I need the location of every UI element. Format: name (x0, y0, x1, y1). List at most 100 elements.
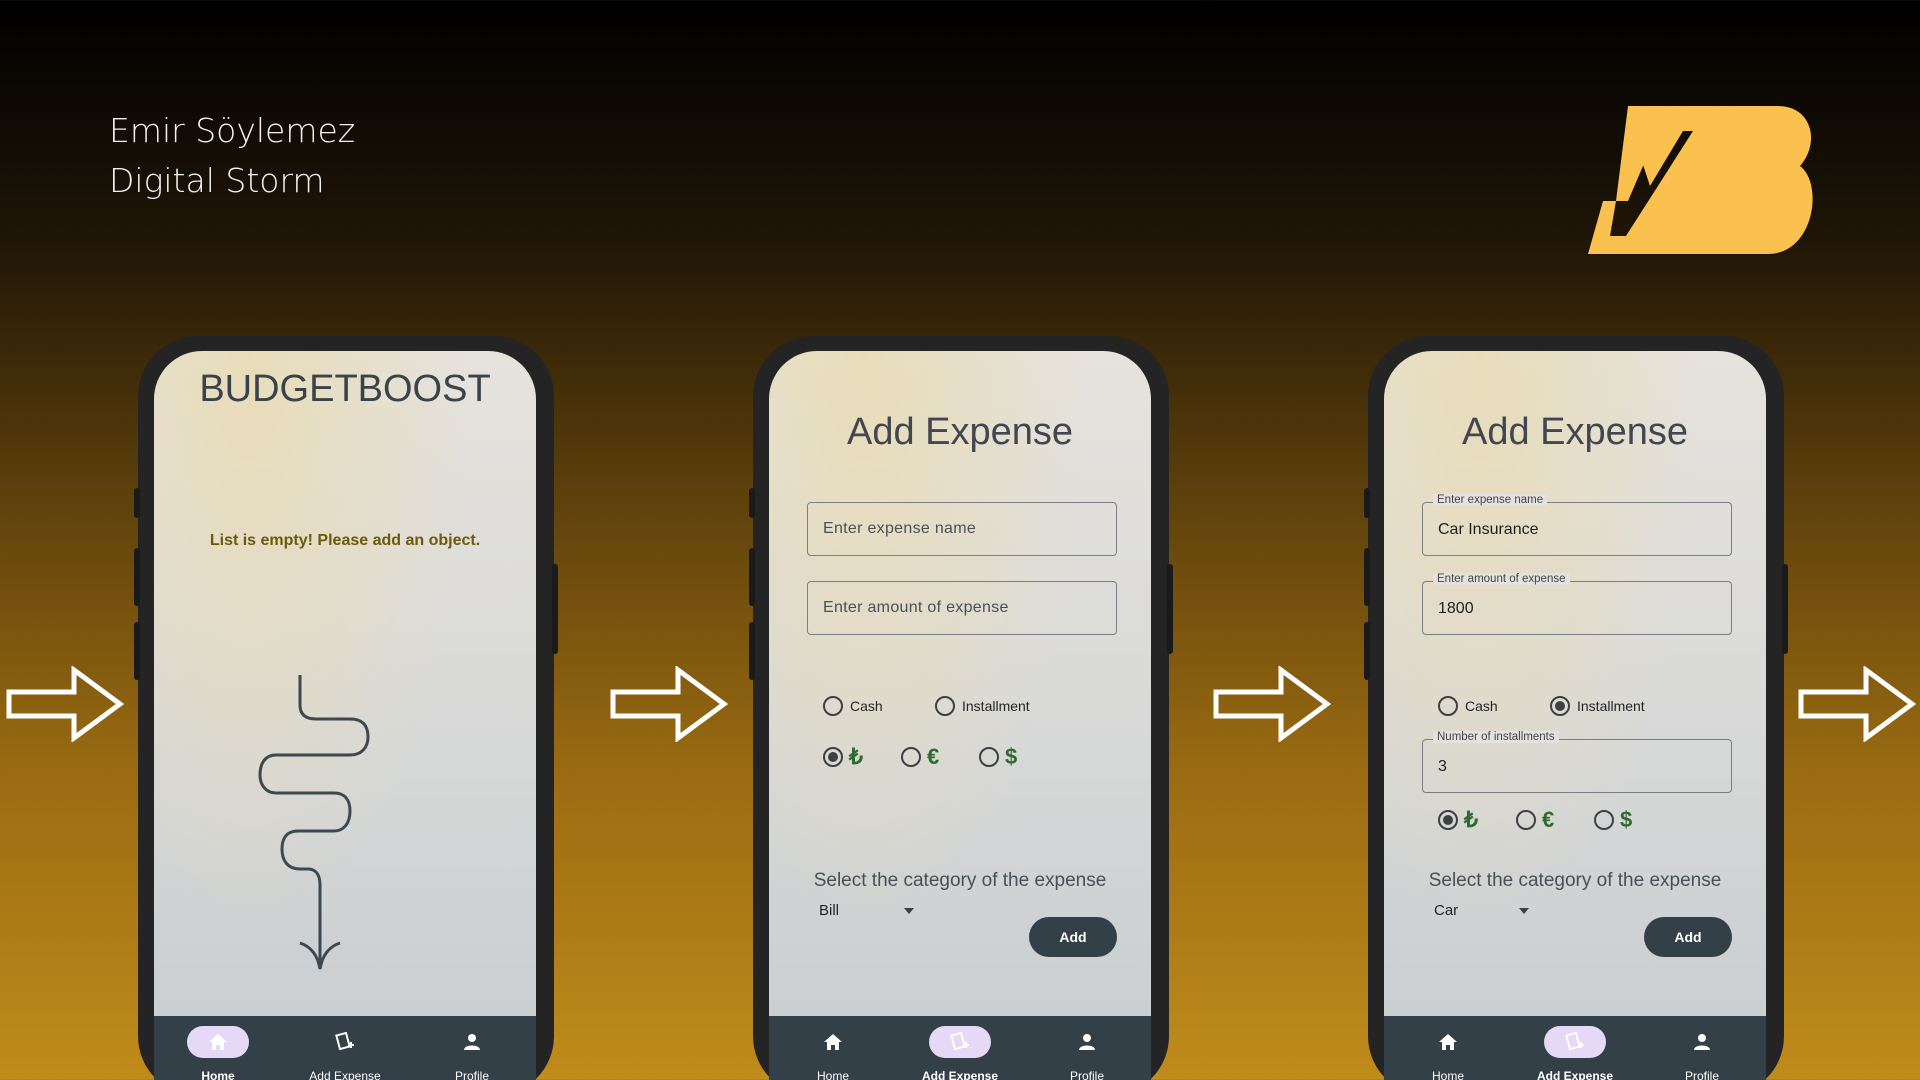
phone-home-empty: BUDGETBOOST List is empty! Please add an… (134, 336, 558, 1080)
category-dropdown[interactable]: Bill (819, 899, 919, 923)
nav-add-expense[interactable]: Add Expense (281, 1016, 409, 1080)
add-expense-screen: Add Expense Enter expense name Car Insur… (1384, 351, 1766, 1080)
flow-arrow-icon (6, 666, 124, 742)
add-button[interactable]: Add (1644, 917, 1732, 957)
add-expense-screen: Add Expense Enter expense name Enter amo… (769, 351, 1151, 1080)
phone-side-button (552, 564, 558, 654)
installment-radio-label: Installment (1577, 698, 1645, 714)
nav-add-expense-label: Add Expense (1536, 1069, 1614, 1080)
nav-add-expense-label: Add Expense (921, 1069, 999, 1080)
phone-side-button (1782, 564, 1788, 654)
category-title: Select the category of the expense (813, 870, 1107, 891)
currency-try-radio[interactable] (823, 747, 843, 767)
expense-name-field[interactable]: Enter expense name Car Insurance (1422, 494, 1732, 556)
currency-eur-radio[interactable] (901, 747, 921, 767)
cash-radio[interactable] (1438, 696, 1458, 716)
currency-usd-label: $ (1005, 744, 1018, 769)
currency-usd-radio[interactable] (1594, 810, 1614, 830)
bottom-nav: Home Add Expense Profile (154, 1016, 536, 1080)
currency-usd-radio[interactable] (979, 747, 999, 767)
installments-value: 3 (1438, 758, 1447, 775)
flow-arrow-icon (610, 666, 728, 742)
empty-list-message: List is empty! Please add an object. (209, 532, 481, 549)
expense-amount-placeholder: Enter amount of expense (823, 599, 1009, 616)
phone-side-button (134, 488, 140, 518)
currency-try-label: ₺ (1464, 807, 1478, 832)
phone-add-expense-empty: Add Expense Enter expense name Enter amo… (749, 336, 1173, 1080)
nav-home-label: Home (1431, 1069, 1464, 1080)
add-button[interactable]: Add (1029, 917, 1117, 957)
phone-side-button (749, 548, 755, 606)
squiggly-arrow-icon (258, 675, 370, 970)
currency-try-radio[interactable] (1438, 810, 1458, 830)
author-name: Emir Söylemez (109, 111, 356, 150)
budgetboost-logo (1588, 106, 1813, 254)
currency-usd-label: $ (1620, 807, 1633, 832)
nav-home[interactable]: Home (154, 1016, 282, 1080)
person-icon (1694, 1034, 1710, 1050)
cash-radio[interactable] (823, 696, 843, 716)
nav-profile-label: Profile (1069, 1069, 1104, 1080)
phone-side-button (134, 622, 140, 680)
phone-side-button (1167, 564, 1173, 654)
expense-amount-label: Enter amount of expense (1433, 573, 1570, 585)
category-dropdown-value: Bill (819, 902, 840, 919)
bottom-nav: Home Add Expense Profile (769, 1016, 1151, 1080)
home-icon (1439, 1034, 1457, 1050)
installment-radio[interactable] (935, 696, 955, 716)
installment-radio-label: Installment (962, 698, 1030, 714)
currency-eur-radio[interactable] (1516, 810, 1536, 830)
flow-arrow-icon (1213, 666, 1331, 742)
category-dropdown-value: Car (1434, 902, 1459, 919)
nav-home[interactable]: Home (769, 1016, 897, 1080)
phone-side-button (749, 488, 755, 518)
add-expense-title: Add Expense (1461, 411, 1689, 453)
phone-side-button (1364, 622, 1370, 680)
person-icon (464, 1034, 480, 1050)
nav-home-label: Home (816, 1069, 849, 1080)
add-expense-icon (335, 1032, 354, 1051)
expense-name-placeholder: Enter expense name (823, 520, 977, 537)
installments-field[interactable]: Number of installments 3 (1422, 731, 1732, 793)
expense-name-label: Enter expense name (1433, 494, 1548, 506)
installment-radio[interactable] (1550, 696, 1570, 716)
expense-name-field[interactable]: Enter expense name (807, 502, 1117, 556)
phone-side-button (1364, 488, 1370, 518)
nav-profile[interactable]: Profile (408, 1016, 536, 1080)
nav-add-expense-label: Add Expense (309, 1069, 381, 1080)
flow-arrow-icon (1798, 666, 1916, 742)
cash-radio-label: Cash (850, 698, 883, 714)
nav-add-expense[interactable]: Add Expense (896, 1016, 1024, 1080)
add-expense-icon (950, 1032, 969, 1051)
phone-add-expense-filled: Add Expense Enter expense name Car Insur… (1364, 336, 1788, 1080)
nav-profile[interactable]: Profile (1638, 1016, 1766, 1080)
nav-profile[interactable]: Profile (1023, 1016, 1151, 1080)
currency-eur-label: € (927, 744, 940, 769)
author-block: Emir Söylemez Digital Storm (109, 106, 355, 206)
expense-amount-value: 1800 (1438, 600, 1474, 617)
nav-profile-label: Profile (1684, 1069, 1719, 1080)
home-icon (209, 1034, 227, 1050)
add-expense-title: Add Expense (846, 411, 1074, 453)
phone-side-button (749, 622, 755, 680)
nav-add-expense[interactable]: Add Expense (1511, 1016, 1639, 1080)
nav-home-label: Home (201, 1069, 235, 1080)
currency-try-label: ₺ (849, 744, 863, 769)
add-expense-icon (1565, 1032, 1584, 1051)
nav-profile-label: Profile (454, 1069, 489, 1080)
person-icon (1079, 1034, 1095, 1050)
cash-radio-label: Cash (1465, 698, 1498, 714)
installments-label: Number of installments (1433, 731, 1559, 743)
expense-amount-field[interactable]: Enter amount of expense (807, 581, 1117, 635)
home-icon (824, 1034, 842, 1050)
app-title: BUDGETBOOST (199, 368, 491, 410)
currency-eur-label: € (1542, 807, 1555, 832)
expense-name-value: Car Insurance (1438, 521, 1539, 538)
category-dropdown[interactable]: Car (1434, 899, 1534, 923)
home-screen: BUDGETBOOST List is empty! Please add an… (154, 351, 536, 1080)
chevron-down-icon (1519, 908, 1529, 914)
expense-amount-field[interactable]: Enter amount of expense 1800 (1422, 573, 1732, 635)
bottom-nav: Home Add Expense Profile (1384, 1016, 1766, 1080)
phone-side-button (134, 548, 140, 606)
nav-home[interactable]: Home (1384, 1016, 1512, 1080)
